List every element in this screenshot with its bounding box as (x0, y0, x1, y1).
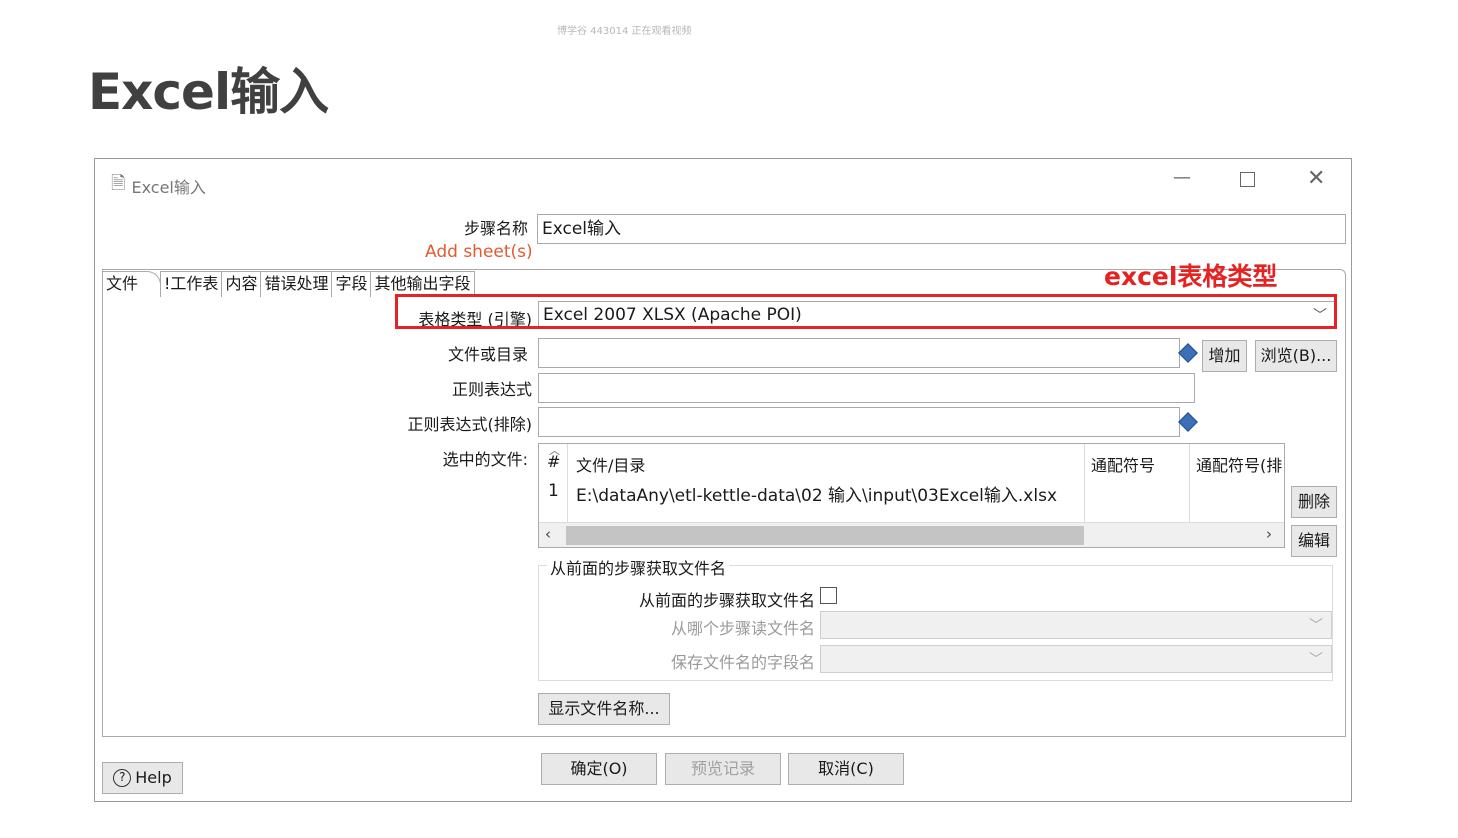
regex-label: 正则表达式 (451, 380, 532, 399)
scroll-left-icon[interactable]: ‹ (545, 525, 551, 543)
watermark-text: 博学谷 443014 正在观看视频 (557, 26, 692, 37)
file-or-dir-input[interactable] (538, 338, 1180, 368)
tab-sheets[interactable]: !工作表 (160, 271, 223, 297)
annotation-highlight-box (395, 294, 1337, 329)
slide-title: Excel输入 (88, 63, 329, 121)
scroll-right-icon[interactable]: › (1266, 525, 1272, 543)
filename-field-label: 保存文件名的字段名 (670, 653, 815, 672)
excel-input-dialog: 🗎 Excel输入 — ✕ 步骤名称 Excel输入 Add sheet(s) … (94, 158, 1352, 802)
help-button[interactable]: ? Help (102, 762, 183, 794)
horizontal-scrollbar[interactable]: ‹ › (539, 522, 1284, 547)
tab-fields[interactable]: 字段 (331, 271, 372, 297)
accept-filenames-checkbox[interactable] (820, 587, 837, 604)
cancel-button[interactable]: 取消(C) (788, 753, 904, 785)
regex-input[interactable] (538, 373, 1195, 403)
annotation-label: excel表格类型 (1104, 262, 1278, 291)
accept-filenames-group-title: 从前面的步骤获取文件名 (547, 555, 730, 579)
step-name-input[interactable]: Excel输入 (537, 214, 1346, 244)
excel-file-icon: 🗎 (111, 173, 126, 194)
table-header-wildcard-exclude[interactable]: 通配符号(排 (1196, 452, 1282, 476)
file-or-dir-label: 文件或目录 (447, 345, 528, 364)
preview-button[interactable]: 预览记录 (665, 753, 781, 785)
tab-content[interactable]: 内容 (221, 271, 262, 297)
table-header-path[interactable]: 文件/目录 (576, 452, 645, 476)
chevron-down-icon: ﹀ (1309, 652, 1323, 668)
column-divider (1189, 444, 1190, 522)
accept-filenames-label: 从前面的步骤获取文件名 (638, 591, 815, 610)
table-row-path[interactable]: E:\dataAny\etl-kettle-data\02 输入\input\0… (576, 481, 1057, 506)
tab-files[interactable]: 文件 (102, 271, 162, 297)
ok-button[interactable]: 确定(O) (541, 753, 657, 785)
selected-files-table: ︿ # 文件/目录 通配符号 通配符号(排 1 E:\dataAny\etl-k… (538, 443, 1285, 548)
step-to-read-label: 从哪个步骤读文件名 (670, 619, 815, 638)
step-name-label: 步骤名称 (463, 219, 528, 238)
regex-exclude-label: 正则表达式(排除) (407, 415, 533, 434)
column-divider (567, 444, 568, 522)
tab-error-handling[interactable]: 错误处理 (260, 271, 333, 297)
filename-field-select[interactable]: ﹀ (820, 645, 1332, 673)
regex-exclude-input[interactable] (538, 407, 1180, 437)
step-to-read-select[interactable]: ﹀ (820, 611, 1332, 639)
chevron-down-icon: ﹀ (1309, 618, 1323, 634)
close-icon[interactable]: ✕ (1307, 166, 1325, 191)
help-icon: ? (113, 769, 132, 787)
minimize-icon[interactable]: — (1173, 167, 1191, 188)
column-divider (1084, 444, 1085, 522)
table-row-index[interactable]: 1 (548, 481, 559, 501)
browse-button[interactable]: 浏览(B)... (1255, 340, 1337, 372)
delete-button[interactable]: 删除 (1291, 486, 1337, 518)
show-filenames-button[interactable]: 显示文件名称... (538, 693, 670, 725)
add-sheets-link[interactable]: Add sheet(s) (425, 242, 533, 262)
scrollbar-thumb[interactable] (566, 526, 1084, 545)
table-header-index[interactable]: # (547, 452, 560, 471)
dialog-title: Excel输入 (131, 178, 206, 197)
table-header-wildcard[interactable]: 通配符号 (1091, 452, 1155, 476)
add-button[interactable]: 增加 (1202, 340, 1247, 372)
selected-files-label: 选中的文件: (442, 450, 528, 469)
dialog-title-bar: 🗎 Excel输入 (111, 171, 206, 201)
edit-button[interactable]: 编辑 (1291, 525, 1337, 557)
help-label: Help (135, 768, 172, 787)
maximize-icon[interactable] (1240, 172, 1255, 187)
